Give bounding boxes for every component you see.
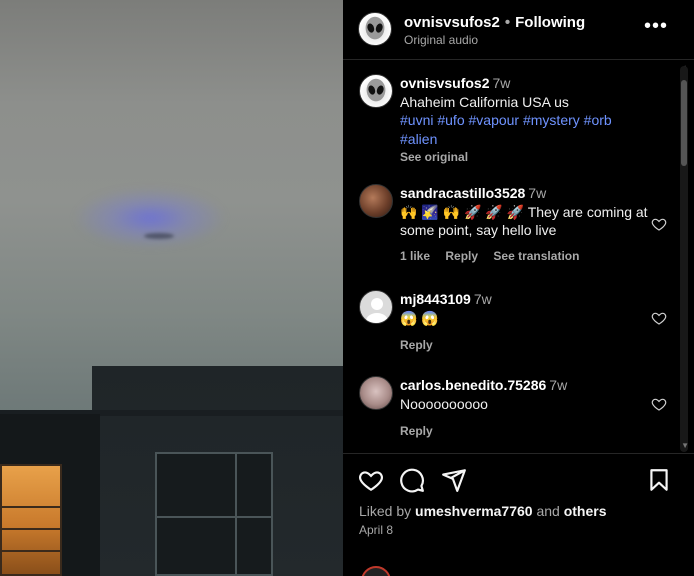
liked-by-user[interactable]: umeshverma7760 bbox=[415, 503, 533, 519]
reply-button[interactable]: Reply bbox=[400, 338, 433, 352]
heart-icon[interactable] bbox=[358, 467, 384, 493]
liked-by-prefix: Liked by bbox=[359, 503, 412, 519]
more-horizontal-icon[interactable]: ••• bbox=[644, 16, 668, 36]
reply-button[interactable]: Reply bbox=[445, 249, 478, 263]
comment-meta: Reply bbox=[400, 336, 650, 355]
author-avatar[interactable] bbox=[358, 12, 392, 46]
lit-window bbox=[0, 464, 62, 576]
emoji: 🚀 bbox=[485, 203, 503, 220]
like-count[interactable]: 1 like bbox=[400, 249, 430, 263]
post-date[interactable]: April 8 bbox=[359, 523, 393, 537]
comment-text: Noooooooooo bbox=[400, 395, 488, 412]
follow-status-button[interactable]: Following bbox=[515, 14, 585, 31]
viewer-avatar[interactable] bbox=[361, 566, 391, 576]
emoji: 😱 bbox=[421, 309, 439, 326]
header-username[interactable]: ovnisvsufos2 bbox=[404, 14, 500, 31]
caption-text: Ahaheim California USA us bbox=[400, 93, 569, 110]
hashtag-link[interactable]: #alien bbox=[400, 131, 437, 147]
building-silhouette bbox=[0, 366, 343, 576]
comment-like-heart-icon[interactable] bbox=[651, 310, 667, 326]
hashtag-link[interactable]: #ufo bbox=[437, 112, 464, 128]
see-original-link[interactable]: See original bbox=[400, 148, 650, 167]
glass-door bbox=[155, 452, 273, 576]
reply-button[interactable]: Reply bbox=[400, 424, 433, 438]
caption-avatar[interactable] bbox=[359, 74, 393, 108]
liked-by-and: and bbox=[536, 503, 560, 519]
emoji: 🚀 bbox=[463, 203, 482, 220]
post-video[interactable] bbox=[0, 0, 343, 576]
bookmark-icon[interactable] bbox=[646, 467, 672, 493]
comment-icon[interactable] bbox=[399, 467, 425, 493]
audio-link[interactable]: Original audio bbox=[404, 33, 478, 47]
emoji: 🙌 bbox=[442, 203, 461, 220]
caption-time: 7w bbox=[492, 75, 511, 91]
hashtag-link[interactable]: #vapour bbox=[469, 112, 520, 128]
post-header: ovnisvsufos2 • Following Original audio ••… bbox=[343, 0, 694, 60]
hashtag-link[interactable]: #orb bbox=[584, 112, 612, 128]
comment-text-row: 😱 😱 bbox=[400, 309, 650, 328]
header-username-row: ovnisvsufos2 • Following bbox=[404, 14, 585, 31]
emoji: 🙌 bbox=[400, 203, 418, 220]
comment-time: 7w bbox=[473, 291, 492, 307]
comments-scrollbar[interactable] bbox=[680, 66, 688, 452]
hashtag-link[interactable]: #mystery bbox=[523, 112, 580, 128]
ufo-orb-object bbox=[144, 233, 174, 239]
comment-like-heart-icon[interactable] bbox=[651, 216, 667, 232]
liked-by-text: Liked by umeshverma7760 and others bbox=[359, 503, 607, 519]
comment-username[interactable]: carlos.benedito.75286 bbox=[400, 377, 546, 393]
post-panel: ovnisvsufos2 • Following Original audio ••… bbox=[343, 0, 694, 576]
caption-username[interactable]: ovnisvsufos2 bbox=[400, 75, 489, 91]
comment-like-heart-icon[interactable] bbox=[651, 396, 667, 412]
emoji: 🌠 bbox=[421, 203, 439, 220]
comment-meta: 1 like Reply See translation bbox=[400, 247, 650, 266]
comment-username[interactable]: sandracastillo3528 bbox=[400, 185, 525, 201]
divider bbox=[343, 453, 694, 454]
share-icon[interactable] bbox=[441, 467, 467, 493]
comment-meta: Reply bbox=[400, 422, 650, 441]
commenter-avatar[interactable] bbox=[359, 376, 393, 410]
scrollbar-thumb[interactable] bbox=[681, 80, 687, 166]
comment-time: 7w bbox=[549, 377, 568, 393]
comment-time: 7w bbox=[528, 185, 547, 201]
caption-hashtags: #uvni #ufo #vapour #mystery #orb #alien bbox=[400, 111, 650, 148]
comment-text-row: 🙌 🌠 🙌 🚀 🚀 🚀 They are coming at some poin… bbox=[400, 203, 650, 240]
scroll-down-arrow[interactable]: ▼ bbox=[681, 441, 689, 450]
emoji: 😱 bbox=[400, 309, 418, 326]
separator-dot: • bbox=[504, 14, 511, 31]
comments-list[interactable]: ovnisvsufos2 7w Ahaheim California USA us… bbox=[343, 61, 694, 453]
liked-by-others[interactable]: others bbox=[564, 503, 607, 519]
commenter-avatar[interactable] bbox=[359, 290, 393, 324]
ufo-orb-glow bbox=[75, 188, 225, 248]
commenter-avatar[interactable] bbox=[359, 184, 393, 218]
emoji: 🚀 bbox=[506, 203, 525, 220]
comment-username[interactable]: mj8443109 bbox=[400, 291, 471, 307]
see-translation-link[interactable]: See translation bbox=[493, 249, 579, 263]
hashtag-link[interactable]: #uvni bbox=[400, 112, 433, 128]
